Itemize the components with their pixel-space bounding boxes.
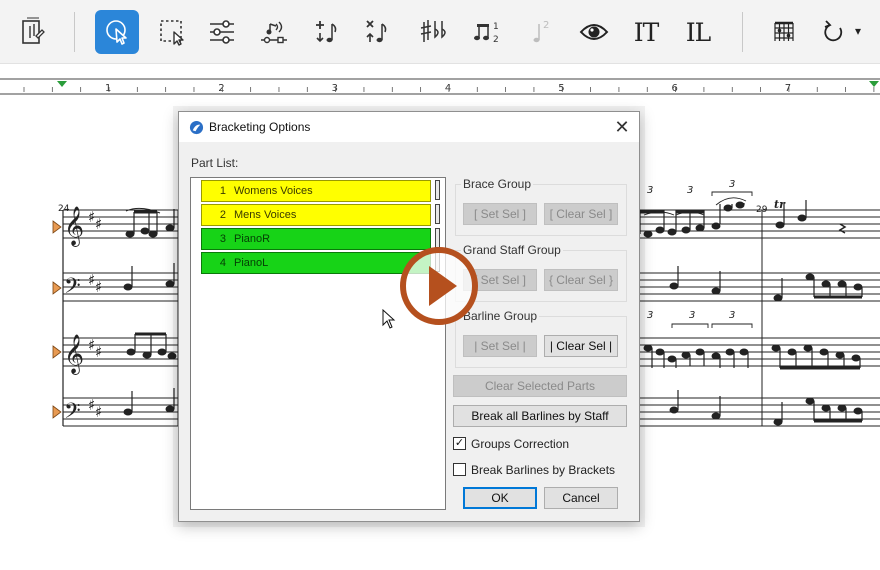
undo-icon[interactable] [812,10,856,54]
grand-staff-clear-sel-button[interactable]: { Clear Sel } [544,269,618,291]
list-item[interactable]: 3 PianoR [201,228,431,250]
delete-note-icon[interactable] [354,10,398,54]
list-item[interactable]: 1 Womens Voices [201,180,431,202]
bracket-indicator [435,228,440,248]
part-name: PianoR [234,233,271,245]
svg-text:♯: ♯ [95,278,102,296]
clear-selected-parts-button[interactable]: Clear Selected Parts [453,375,627,397]
svg-text:2: 2 [543,20,549,31]
add-note-icon[interactable] [304,10,348,54]
text-tool-label: IT [633,17,660,47]
break-barlines-by-brackets-label: Break Barlines by Brackets [471,463,616,477]
note-disabled-icon: 2 [518,10,562,54]
staff-marker-1[interactable] [52,220,62,234]
ruler-label: 5 [558,83,564,94]
groups-correction-label: Groups Correction [471,437,570,451]
staff-marker-4[interactable] [52,405,62,419]
toolbar: 12 2 IT IL ▾ [0,0,880,64]
svg-text:♯: ♯ [95,403,102,421]
measure-number-right: 29 [756,205,768,215]
bracket-indicator [435,204,440,224]
tuplet-number: 3 [729,310,735,321]
bracket-indicator [435,180,440,200]
dialog-title: Bracketing Options [209,120,311,134]
tuplet-number: 3 [729,179,735,190]
text-icon[interactable]: IT [624,10,668,54]
ruler: 1 2 3 4 5 6 7 [0,78,880,98]
part-name: Womens Voices [234,185,313,197]
marquee-select-icon[interactable] [150,10,194,54]
staff-marker-2[interactable] [52,281,62,295]
part-list-label: Part List: [191,156,239,170]
barline-clear-sel-button[interactable]: | Clear Sel | [544,335,618,357]
accidentals-icon[interactable] [412,10,456,54]
svg-text:2: 2 [493,35,499,45]
part-name: Mens Voices [234,209,297,221]
sliders-icon[interactable] [200,10,244,54]
groups-correction-checkbox[interactable]: ✓ [453,437,466,450]
ruler-label: 7 [785,83,791,94]
play-video-icon[interactable] [399,246,479,326]
ruler-label: 2 [218,83,224,94]
close-button[interactable]: ✕ [611,117,633,137]
ok-button[interactable]: OK [463,487,537,509]
svg-text:♯: ♯ [95,343,102,361]
part-list[interactable]: 1 Womens Voices 2 Mens Voices 3 PianoR 4… [190,177,446,510]
tuplet-number: 3 [689,310,695,321]
list-item[interactable]: 2 Mens Voices [201,204,431,226]
part-name: PianoL [234,257,269,269]
bass-clef-icon: 𝄢 [64,399,81,429]
ruler-label: 6 [672,83,678,94]
brace-group-title: Brace Group [461,177,534,191]
brace-clear-sel-button[interactable]: [ Clear Sel ] [544,203,618,225]
dialog-title-bar[interactable]: Bracketing Options ✕ [179,112,639,142]
svg-text:1: 1 [493,22,499,32]
bass-clef-icon: 𝄢 [64,274,81,304]
part-number: 3 [219,233,226,245]
break-all-barlines-button[interactable]: Break all Barlines by Staff [453,405,627,427]
ruler-left-marker[interactable] [57,81,67,87]
eye-icon[interactable] [572,10,616,54]
lyrics-tool-label: IL [685,17,712,47]
app-window: 12 2 IT IL ▾ 1234567 24 29 𝄞 𝄢 𝄞 𝄢 ♯ ♯ ♯… [0,0,880,570]
ruler-right-marker[interactable] [869,81,879,87]
lyrics-icon[interactable]: IL [676,10,720,54]
tuplet-number: 3 [647,310,653,321]
trill-mark: tr [774,198,786,211]
part-number: 1 [219,185,226,197]
treble-clef-icon: 𝄞 [64,334,84,375]
treble-clef-icon: 𝄞 [64,206,84,247]
svg-text:♯: ♯ [95,215,102,233]
pointer-icon[interactable] [95,10,139,54]
tuplet-number: 3 [647,185,653,196]
brace-set-sel-button[interactable]: [ Set Sel ] [463,203,537,225]
ruler-label: 1 [105,83,111,94]
chord-grid-icon[interactable] [762,10,806,54]
part-number: 4 [219,257,226,269]
document-edit-icon[interactable] [10,10,54,54]
tuplet-icon[interactable]: 12 [465,10,509,54]
break-barlines-by-brackets-checkbox[interactable] [453,463,466,476]
tuplet-number: 3 [687,185,693,196]
playback-icon[interactable] [252,10,296,54]
undo-dropdown-icon[interactable]: ▾ [855,24,861,38]
staff-marker-3[interactable] [52,345,62,359]
app-icon [189,120,204,135]
barline-set-sel-button[interactable]: | Set Sel | [463,335,537,357]
ruler-label: 4 [445,83,451,94]
list-item[interactable]: 4 PianoL [201,252,431,274]
cancel-button[interactable]: Cancel [544,487,618,509]
ruler-svg: 1 2 3 4 5 6 7 [0,78,880,95]
part-number: 2 [219,209,226,221]
mouse-cursor-icon [382,309,396,329]
ruler-label: 3 [332,83,338,94]
